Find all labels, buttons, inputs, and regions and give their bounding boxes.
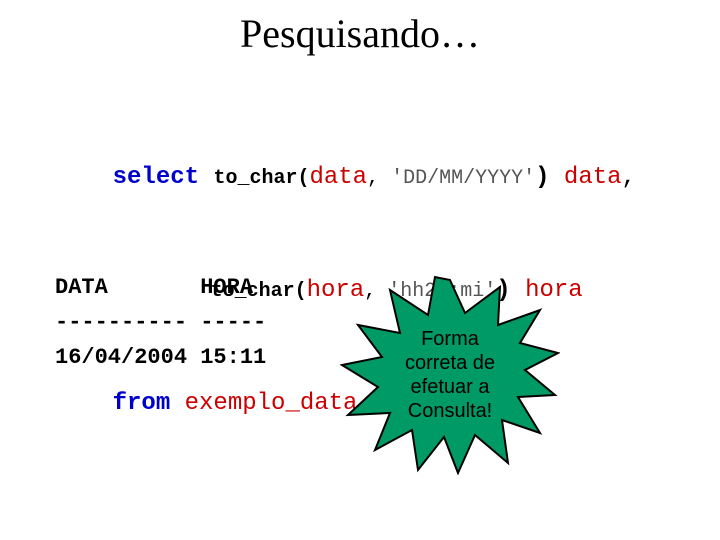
- literal-date-format: 'DD/MM/YYYY': [379, 167, 535, 190]
- slide-title: Pesquisando…: [0, 10, 720, 57]
- function-to-char-1: to_char(: [213, 167, 309, 190]
- alias-data: data: [550, 164, 622, 191]
- close-paren: ): [535, 164, 549, 191]
- query-result: DATA HORA ---------- ----- 16/04/2004 15…: [55, 270, 266, 376]
- space: [199, 164, 213, 191]
- keyword-select: select: [113, 164, 199, 191]
- result-headers: DATA HORA: [55, 275, 253, 300]
- sql-line-1: select to_char(data, 'DD/MM/YYYY') data,: [55, 146, 665, 209]
- slide: Pesquisando… select to_char(data, 'DD/MM…: [0, 0, 720, 540]
- ident-data-arg: data: [309, 164, 367, 191]
- comma: ,: [622, 164, 636, 191]
- keyword-from: from: [113, 390, 171, 417]
- callout-line-1: Forma: [421, 328, 479, 350]
- callout-line-4: Consulta!: [408, 400, 493, 422]
- callout-burst: Forma correta de efetuar a Consulta!: [340, 275, 560, 475]
- comma: ,: [367, 167, 379, 190]
- callout-line-3: efetuar a: [411, 376, 490, 398]
- result-row: 16/04/2004 15:11: [55, 345, 266, 370]
- result-divider: ---------- -----: [55, 310, 266, 335]
- callout-text: Forma correta de efetuar a Consulta!: [405, 327, 495, 423]
- callout-line-2: correta de: [405, 352, 495, 374]
